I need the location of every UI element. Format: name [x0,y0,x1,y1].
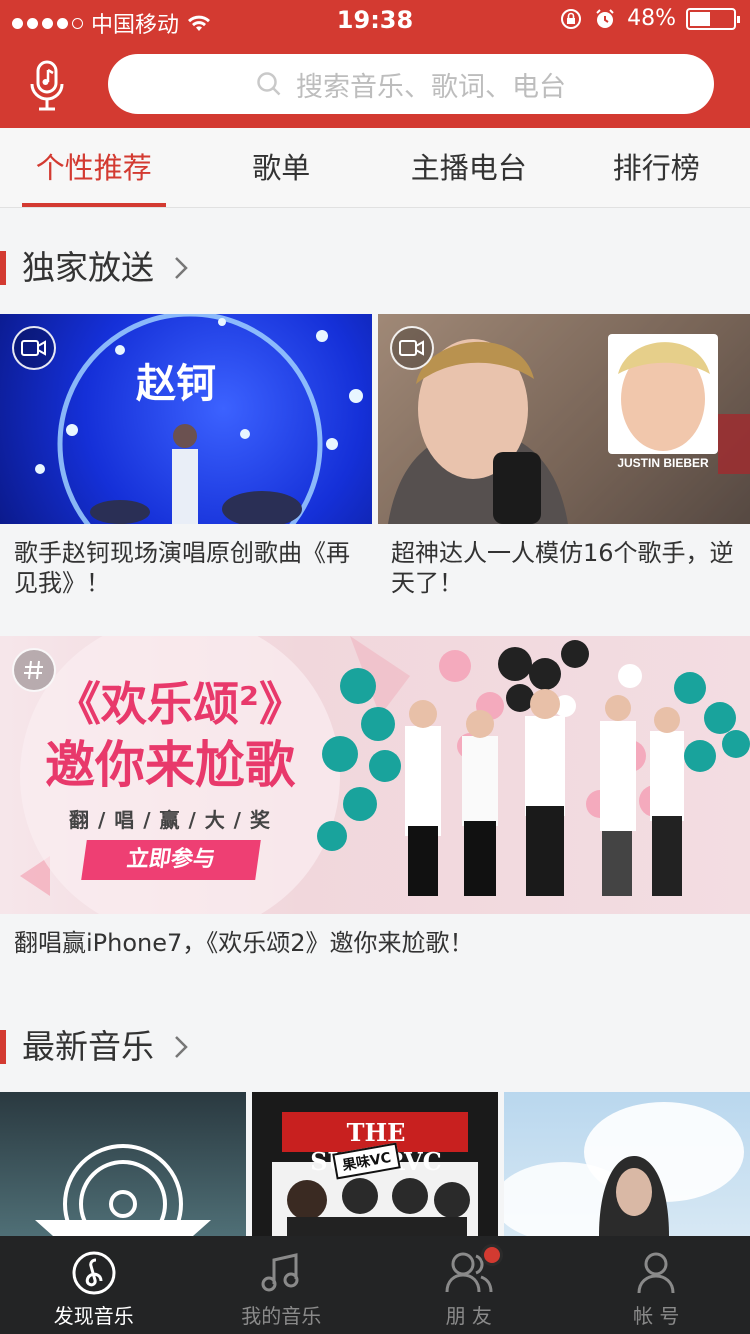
video-thumbnail-impression[interactable]: JUSTIN BIEBER [378,314,750,524]
newest-section-header[interactable]: 最新音乐 [0,1022,750,1072]
nav-discover[interactable]: 发现音乐 [0,1236,188,1334]
exclusive-section-header[interactable]: 独家放送 [0,243,750,293]
video-overlay-text: 赵钶 [136,360,216,407]
top-tabs: 个性推荐 歌单 主播电台 排行榜 [0,128,750,208]
alarm-icon [596,8,614,28]
video-camera-icon [399,340,424,356]
section-title: 最新音乐 [22,1027,154,1066]
chevron-right-icon [175,1036,188,1058]
microphone-music-icon[interactable] [28,58,68,114]
video-overlay-text: JUSTIN BIEBER [617,456,709,470]
nav-account[interactable]: 帐 号 [563,1236,750,1334]
netease-music-icon [72,1251,116,1295]
vinyl-disc-illustration [35,1144,211,1236]
nav-friends[interactable]: 朋 友 [375,1236,563,1334]
search-placeholder: 搜索音乐、歌词、电台 [296,71,566,103]
nav-label: 发现音乐 [53,1304,134,1328]
nav-label: 我的音乐 [241,1304,322,1328]
video-badge [12,326,56,370]
hashtag-icon [24,660,43,680]
person-icon [637,1252,675,1294]
video-camera-icon [21,340,46,356]
bottom-nav: 发现音乐 我的音乐 朋 友 帐 号 [0,1236,750,1334]
chevron-right-icon [175,257,188,279]
music-note-icon [261,1253,299,1292]
tab-charts[interactable]: 排行榜 [563,128,750,207]
banner-title-2: 邀你来尬歌 [45,736,295,794]
notification-dot [481,1244,503,1266]
topic-badge [12,648,56,692]
banner-caption[interactable]: 翻唱赢iPhone7，《欢乐颂2》邀你来尬歌！ [14,928,734,958]
nav-label: 帐 号 [633,1304,680,1328]
cloud-portrait-illustration [504,1102,744,1236]
search-bar[interactable]: 搜索音乐、歌词、电台 [108,54,714,114]
album-cover-1[interactable] [0,1092,246,1236]
battery-percent: 48% [627,6,676,31]
status-bar: 中国移动 19:38 48% [0,0,750,40]
nav-label: 朋 友 [445,1304,492,1328]
promo-banner[interactable]: 《欢乐颂²》 邀你来尬歌 翻 / 唱 / 赢 / 大 / 奖 立即参与 [0,636,750,914]
card-caption[interactable]: 歌手赵钶现场演唱原创歌曲《再见我》！ [14,538,364,598]
album-cover-3[interactable] [504,1092,750,1236]
tab-radio[interactable]: 主播电台 [375,128,563,207]
tab-recommend[interactable]: 个性推荐 [0,128,188,207]
tab-playlists[interactable]: 歌单 [188,128,376,207]
rotation-lock-icon [561,8,582,29]
nav-my-music[interactable]: 我的音乐 [188,1236,376,1334]
banner-title-1: 《欢乐颂²》 [54,677,306,731]
banner-tagline: 翻 / 唱 / 赢 / 大 / 奖 [69,808,271,832]
battery-icon [686,7,740,30]
video-thumbnail-concert[interactable]: 赵钶 [0,314,372,524]
search-icon [257,72,281,96]
section-title: 独家放送 [22,248,154,287]
top-bar: 搜索音乐、歌词、电台 [0,40,750,128]
card-caption[interactable]: 超神达人一人模仿16个歌手，逆天了！ [391,538,741,598]
banner-join-button[interactable]: 立即参与 [81,840,261,880]
video-badge [390,326,434,370]
album-cover-2[interactable]: THE SUPERVC 果味VC [252,1092,498,1236]
